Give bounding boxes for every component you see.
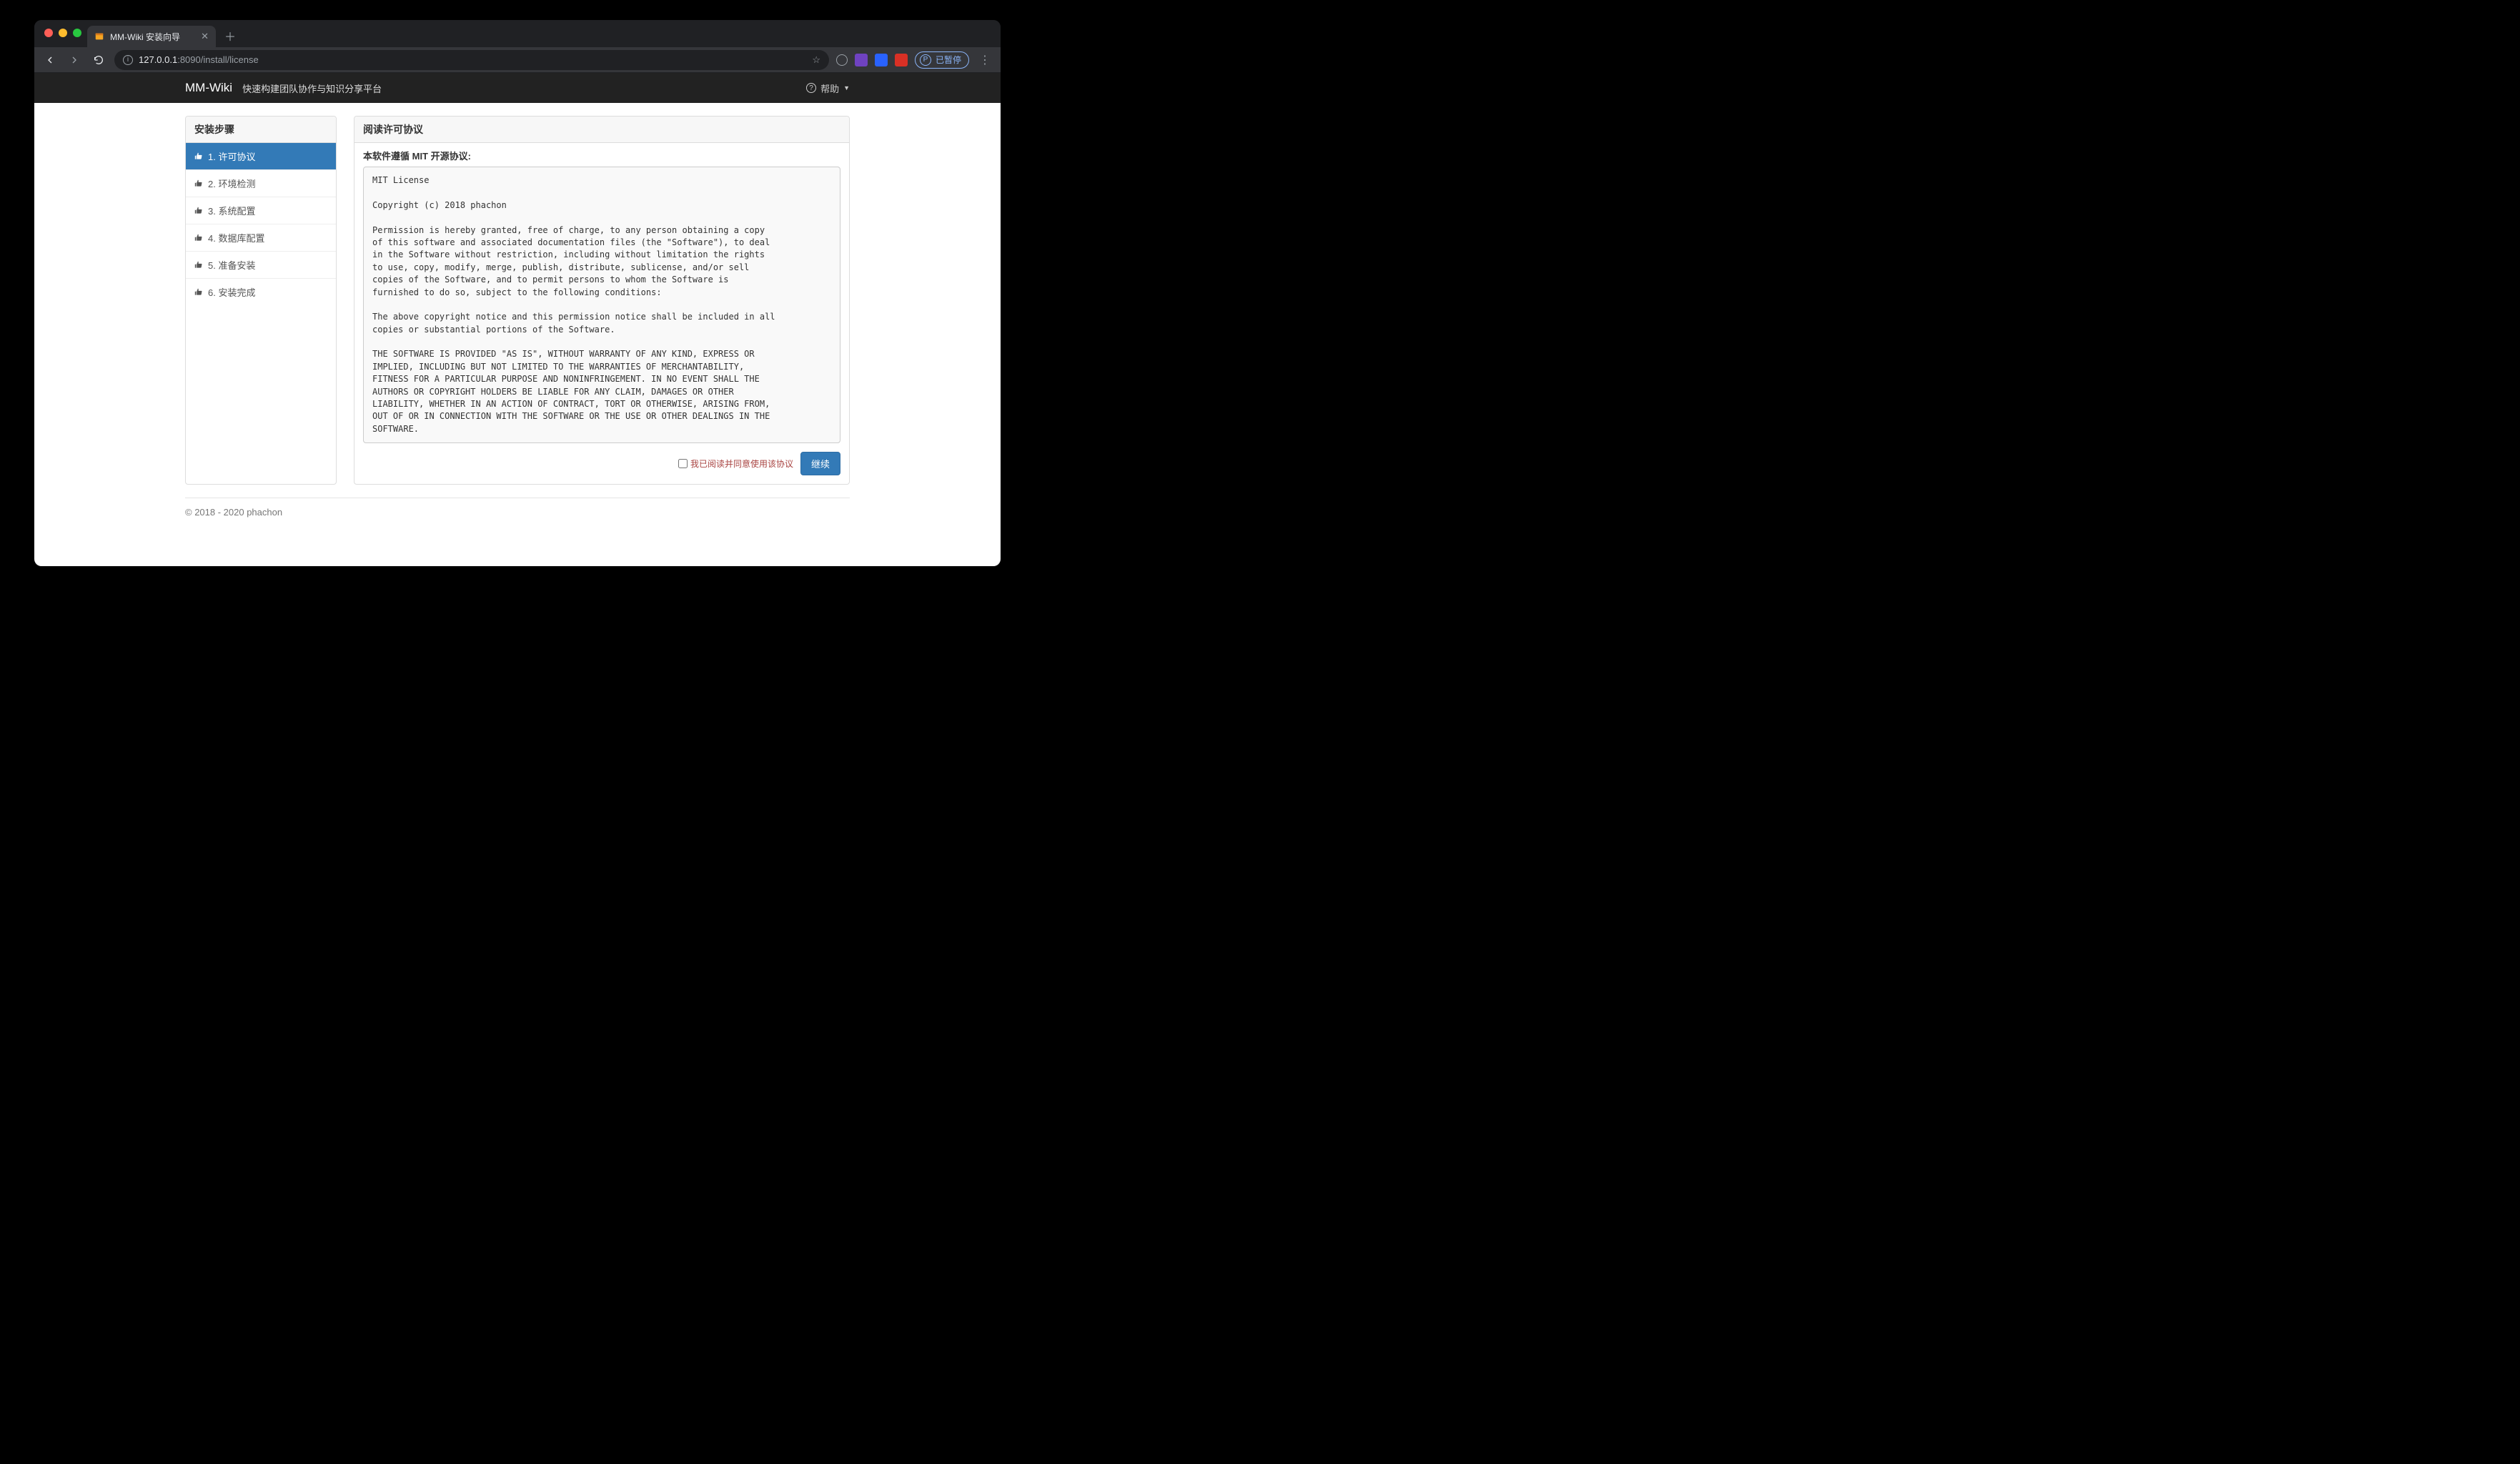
bookmark-star-icon[interactable]: ☆ [812, 54, 820, 66]
browser-menu-icon[interactable]: ⋮ [976, 53, 993, 67]
step-label: 5. 准备安装 [208, 258, 255, 272]
extension-icon-4[interactable] [895, 54, 908, 66]
browser-window: MM-Wiki 安装向导 ✕ ＋ i 127.0.0.1:8090/instal… [34, 20, 1001, 566]
license-actions: 我已阅读并同意使用该协议 继续 [354, 443, 849, 484]
extension-icon-3[interactable] [875, 54, 888, 66]
steps-panel-title: 安装步骤 [186, 117, 336, 143]
tab-title: MM-Wiki 安装向导 [110, 31, 180, 43]
maximize-window-button[interactable] [73, 29, 81, 37]
app-brand: MM-Wiki [185, 81, 232, 95]
forward-button[interactable] [66, 51, 83, 69]
thumbs-up-icon [194, 206, 204, 215]
sidebar-step-5[interactable]: 5. 准备安装 [186, 252, 336, 279]
extensions [836, 54, 908, 66]
agree-text: 我已阅读并同意使用该协议 [690, 458, 793, 470]
sidebar-step-2[interactable]: 2. 环境检测 [186, 170, 336, 197]
continue-button[interactable]: 继续 [800, 452, 840, 475]
site-info-icon[interactable]: i [123, 55, 133, 65]
address-bar[interactable]: i 127.0.0.1:8090/install/license ☆ [114, 50, 829, 70]
extension-icon-1[interactable] [836, 54, 848, 66]
step-label: 2. 环境检测 [208, 177, 255, 190]
tab-close-icon[interactable]: ✕ [201, 31, 209, 42]
page-content: MM-Wiki 快速构建团队协作与知识分享平台 ? 帮助 ▼ 安装步骤 1. 许… [34, 73, 1001, 566]
app-header: MM-Wiki 快速构建团队协作与知识分享平台 ? 帮助 ▼ [34, 73, 1001, 103]
titlebar: MM-Wiki 安装向导 ✕ ＋ [34, 20, 1001, 47]
profile-button[interactable]: P 已暂停 [915, 51, 969, 69]
app-tagline: 快速构建团队协作与知识分享平台 [242, 81, 382, 95]
reload-button[interactable] [90, 51, 107, 69]
browser-tab[interactable]: MM-Wiki 安装向导 ✕ [87, 26, 216, 47]
window-controls [44, 29, 81, 37]
new-tab-button[interactable]: ＋ [220, 26, 240, 46]
back-button[interactable] [41, 51, 59, 69]
copyright: © 2018 - 2020 phachon [185, 507, 850, 532]
sidebar-step-1[interactable]: 1. 许可协议 [186, 143, 336, 170]
profile-avatar-icon: P [920, 54, 931, 66]
tab-favicon-icon [94, 31, 104, 41]
profile-label: 已暂停 [936, 54, 961, 66]
caret-down-icon: ▼ [843, 84, 850, 92]
step-label: 6. 安装完成 [208, 285, 255, 299]
step-label: 3. 系统配置 [208, 204, 255, 217]
license-text[interactable]: MIT License Copyright (c) 2018 phachon P… [363, 167, 840, 443]
close-window-button[interactable] [44, 29, 53, 37]
thumbs-up-icon [194, 179, 204, 188]
thumbs-up-icon [194, 152, 204, 161]
help-menu[interactable]: ? 帮助 ▼ [806, 81, 850, 95]
license-section-label: 本软件遵循 MIT 开源协议: [354, 143, 849, 167]
sidebar-step-4[interactable]: 4. 数据库配置 [186, 224, 336, 252]
step-label: 4. 数据库配置 [208, 231, 264, 244]
sidebar-step-3[interactable]: 3. 系统配置 [186, 197, 336, 224]
step-label: 1. 许可协议 [208, 149, 255, 163]
help-icon: ? [806, 83, 816, 93]
sidebar-step-6[interactable]: 6. 安装完成 [186, 279, 336, 305]
thumbs-up-icon [194, 233, 204, 242]
minimize-window-button[interactable] [59, 29, 67, 37]
license-panel: 阅读许可协议 本软件遵循 MIT 开源协议: MIT License Copyr… [354, 116, 850, 485]
agree-checkbox[interactable] [678, 459, 688, 468]
steps-panel: 安装步骤 1. 许可协议 2. 环境检测 3. 系统配置 4. 数据库配置 5. 准备安… [185, 116, 337, 485]
url-text: 127.0.0.1:8090/install/license [139, 54, 259, 65]
steps-list: 1. 许可协议 2. 环境检测 3. 系统配置 4. 数据库配置 5. 准备安装 6. 安… [186, 143, 336, 305]
help-label: 帮助 [820, 81, 839, 95]
thumbs-up-icon [194, 260, 204, 269]
license-panel-title: 阅读许可协议 [354, 117, 849, 143]
extension-icon-2[interactable] [855, 54, 868, 66]
agree-checkbox-label[interactable]: 我已阅读并同意使用该协议 [678, 458, 793, 470]
browser-toolbar: i 127.0.0.1:8090/install/license ☆ P 已暂停… [34, 47, 1001, 73]
thumbs-up-icon [194, 287, 204, 297]
